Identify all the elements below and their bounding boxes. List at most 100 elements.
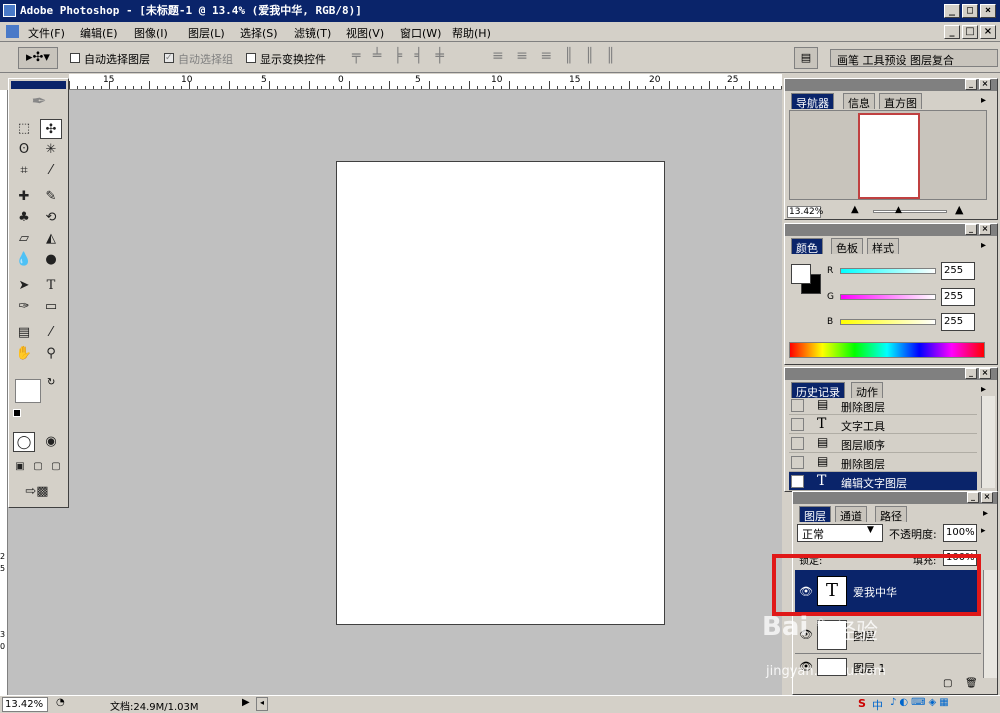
type-tool-icon[interactable]: T bbox=[40, 276, 62, 296]
auto-select-layer-checkbox[interactable] bbox=[70, 53, 80, 63]
color-foreground-swatch[interactable] bbox=[791, 264, 811, 284]
trash-icon[interactable]: 🗑 bbox=[965, 678, 978, 689]
history-item[interactable]: ▤ 删除图层 bbox=[789, 453, 977, 472]
tab-paths[interactable]: 路径 bbox=[875, 506, 907, 523]
zoom-slider-handle[interactable]: ▲ bbox=[895, 205, 902, 215]
blue-value-field[interactable]: 255 bbox=[941, 313, 975, 331]
panel-menu-icon[interactable]: ▸ bbox=[981, 240, 986, 251]
layers-scrollbar[interactable] bbox=[983, 570, 997, 678]
status-zoom-field[interactable]: 13.42% bbox=[2, 697, 48, 712]
close-button[interactable]: × bbox=[980, 4, 996, 18]
pen-tool-icon[interactable]: ✑ bbox=[13, 297, 35, 317]
tab-color[interactable]: 颜色 bbox=[791, 238, 823, 255]
palette-well-icon[interactable]: ▤ bbox=[794, 47, 818, 69]
zoom-slider[interactable] bbox=[873, 210, 947, 213]
minimize-button[interactable]: _ bbox=[944, 4, 960, 18]
doc-minimize-button[interactable]: _ bbox=[944, 25, 960, 39]
tab-histogram[interactable]: 直方图 bbox=[879, 93, 922, 110]
doc-close-button[interactable]: × bbox=[980, 25, 996, 39]
menu-filter[interactable]: 滤镜(T) bbox=[294, 25, 331, 41]
panel-minimize-button[interactable]: _ bbox=[967, 492, 979, 503]
dodge-tool-icon[interactable]: ● bbox=[40, 250, 62, 270]
opacity-field[interactable]: 100% bbox=[943, 524, 977, 542]
slice-tool-icon[interactable]: ⁄ bbox=[40, 161, 62, 181]
show-transform-checkbox[interactable] bbox=[246, 53, 256, 63]
distribute-icons[interactable]: ≡ ≡ ≡ ║ ║ ║ bbox=[492, 48, 619, 64]
history-brush-tool-icon[interactable]: ⟲ bbox=[40, 208, 62, 228]
path-selection-tool-icon[interactable]: ➤ bbox=[13, 276, 35, 296]
zoom-out-icon[interactable]: ▲ bbox=[851, 204, 859, 215]
menu-window[interactable]: 窗口(W) bbox=[400, 25, 441, 41]
navigator-view-box[interactable] bbox=[858, 113, 920, 199]
ime-s-icon[interactable]: S bbox=[858, 697, 866, 710]
panel-minimize-button[interactable]: _ bbox=[965, 224, 977, 235]
healing-brush-tool-icon[interactable]: ✚ bbox=[13, 187, 35, 207]
panel-close-button[interactable]: × bbox=[979, 368, 991, 379]
align-icons[interactable]: ╤ ╧ ╞ ╡ ╪ bbox=[352, 48, 448, 64]
menu-edit[interactable]: 编辑(E) bbox=[80, 25, 118, 41]
standard-mode-icon[interactable]: ◯ bbox=[13, 432, 35, 452]
red-value-field[interactable]: 255 bbox=[941, 262, 975, 280]
panel-close-button[interactable]: × bbox=[979, 224, 991, 235]
green-value-field[interactable]: 255 bbox=[941, 288, 975, 306]
tab-navigator[interactable]: 导航器 bbox=[791, 93, 834, 110]
history-item[interactable]: ▤ 删除图层 bbox=[789, 396, 977, 415]
tab-info[interactable]: 信息 bbox=[843, 93, 875, 110]
magic-wand-tool-icon[interactable]: ✳ bbox=[40, 140, 62, 160]
green-slider[interactable] bbox=[840, 294, 936, 300]
paint-bucket-tool-icon[interactable]: ◭ bbox=[40, 229, 62, 249]
opacity-arrow-icon[interactable]: ▸ bbox=[981, 526, 986, 536]
menu-select[interactable]: 选择(S) bbox=[240, 25, 278, 41]
rectangle-tool-icon[interactable]: ▭ bbox=[40, 297, 62, 317]
menu-view[interactable]: 视图(V) bbox=[346, 25, 384, 41]
tab-styles[interactable]: 样式 bbox=[867, 238, 899, 255]
history-scrollbar[interactable] bbox=[981, 396, 995, 488]
clone-stamp-tool-icon[interactable]: ♣ bbox=[13, 208, 35, 228]
swap-colors-icon[interactable]: ↻ bbox=[47, 377, 55, 388]
maximize-button[interactable]: □ bbox=[962, 4, 978, 18]
document-canvas[interactable] bbox=[336, 161, 665, 625]
crop-tool-icon[interactable]: ⌗ bbox=[13, 161, 35, 181]
auto-select-group-checkbox[interactable]: ✓ bbox=[164, 53, 174, 63]
navigator-preview[interactable] bbox=[789, 110, 987, 200]
red-slider[interactable] bbox=[840, 268, 936, 274]
ime-zh-icon[interactable]: 中 bbox=[872, 697, 883, 713]
color-spectrum-bar[interactable] bbox=[789, 342, 985, 358]
toolbox-titlebar[interactable] bbox=[11, 81, 66, 89]
foreground-color-swatch[interactable] bbox=[15, 379, 41, 403]
quick-mask-icon[interactable]: ◉ bbox=[40, 432, 62, 452]
new-layer-icon[interactable]: ▢ bbox=[943, 678, 952, 689]
brush-tool-icon[interactable]: ✎ bbox=[40, 187, 62, 207]
blur-tool-icon[interactable]: 💧 bbox=[13, 250, 35, 270]
notes-tool-icon[interactable]: ▤ bbox=[13, 323, 35, 343]
feather-icon[interactable]: ✒ bbox=[15, 91, 63, 113]
panel-close-button[interactable]: × bbox=[981, 492, 993, 503]
history-item[interactable]: T 文字工具 bbox=[789, 415, 977, 434]
hand-tool-icon[interactable]: ✋ bbox=[13, 344, 35, 364]
lasso-tool-icon[interactable]: ʘ bbox=[13, 140, 35, 160]
screen-mode-standard-icon[interactable]: ▣ bbox=[11, 457, 29, 477]
zoom-tool-icon[interactable]: ⚲ bbox=[40, 344, 62, 364]
chevron-down-icon[interactable]: ▼ bbox=[867, 525, 874, 535]
doc-restore-button[interactable]: □ bbox=[962, 25, 978, 39]
menu-help[interactable]: 帮助(H) bbox=[452, 25, 491, 41]
default-colors-icon[interactable] bbox=[13, 409, 21, 417]
marquee-tool-icon[interactable]: ⬚ bbox=[13, 119, 35, 139]
panel-menu-icon[interactable]: ▸ bbox=[981, 384, 986, 395]
history-item[interactable]: ▤ 图层顺序 bbox=[789, 434, 977, 453]
panel-menu-icon[interactable]: ▸ bbox=[983, 508, 988, 519]
status-info-icon[interactable]: ◔ bbox=[56, 697, 65, 708]
status-menu-arrow-icon[interactable]: ▶ bbox=[242, 697, 250, 708]
menu-layer[interactable]: 图层(L) bbox=[188, 25, 225, 41]
menu-file[interactable]: 文件(F) bbox=[28, 25, 65, 41]
move-tool-icon[interactable]: ✣ bbox=[40, 119, 62, 139]
palette-well-tabs[interactable]: 画笔 工具预设 图层复合 bbox=[830, 49, 998, 67]
screen-mode-full-menu-icon[interactable]: ▢ bbox=[29, 457, 47, 477]
tab-swatches[interactable]: 色板 bbox=[831, 238, 863, 255]
panel-minimize-button[interactable]: _ bbox=[965, 79, 977, 90]
menu-image[interactable]: 图像(I) bbox=[134, 25, 168, 41]
panel-close-button[interactable]: × bbox=[979, 79, 991, 90]
jump-to-imageready-icon[interactable]: ⇨▩ bbox=[13, 482, 61, 502]
screen-mode-full-icon[interactable]: ▢ bbox=[47, 457, 65, 477]
panel-menu-icon[interactable]: ▸ bbox=[981, 95, 986, 106]
